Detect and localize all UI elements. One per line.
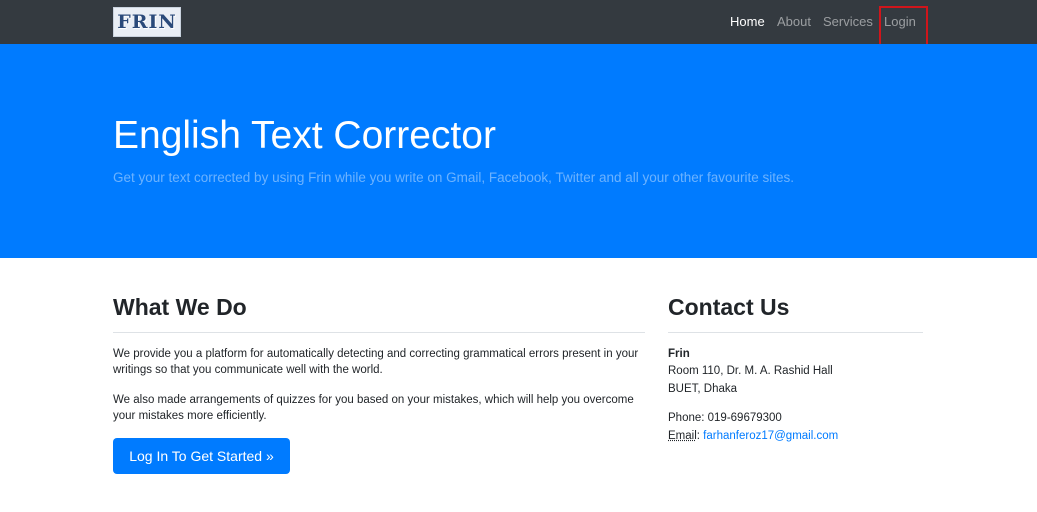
contact-name: Frin [668,348,690,360]
contact-email-label: Email [668,430,697,442]
nav-link-about[interactable]: About [777,14,811,29]
what-we-do-heading: What We Do [113,294,247,320]
contact-address-line-1: Room 110, Dr. M. A. Rashid Hall [668,365,833,377]
brand-logo-text: FRIN [117,11,177,33]
hero-jumbotron: English Text Corrector Get your text cor… [0,44,1037,258]
contact-email-separator: : [696,430,700,442]
nav-link-home[interactable]: Home [730,14,765,29]
contact-us-heading: Contact Us [668,294,790,320]
hero-title: English Text Corrector [113,114,496,157]
contact-us-divider [668,332,923,333]
brand-logo[interactable]: FRIN [113,7,181,37]
what-we-do-divider [113,332,645,333]
nav-link-services[interactable]: Services [823,14,873,29]
contact-email-link[interactable]: farhanferoz17@gmail.com [703,430,838,442]
contact-email-row: Email: farhanferoz17@gmail.com [668,428,838,444]
contact-phone: Phone: 019-69679300 [668,412,782,424]
contact-address-line-2: BUET, Dhaka [668,383,738,395]
what-we-do-paragraph-1: We provide you a platform for automatica… [113,348,639,376]
log-in-get-started-button[interactable]: Log In To Get Started » [113,438,290,474]
what-we-do-paragraph-2: We also made arrangements of quizzes for… [113,394,634,422]
hero-lead: Get your text corrected by using Frin wh… [113,170,795,185]
